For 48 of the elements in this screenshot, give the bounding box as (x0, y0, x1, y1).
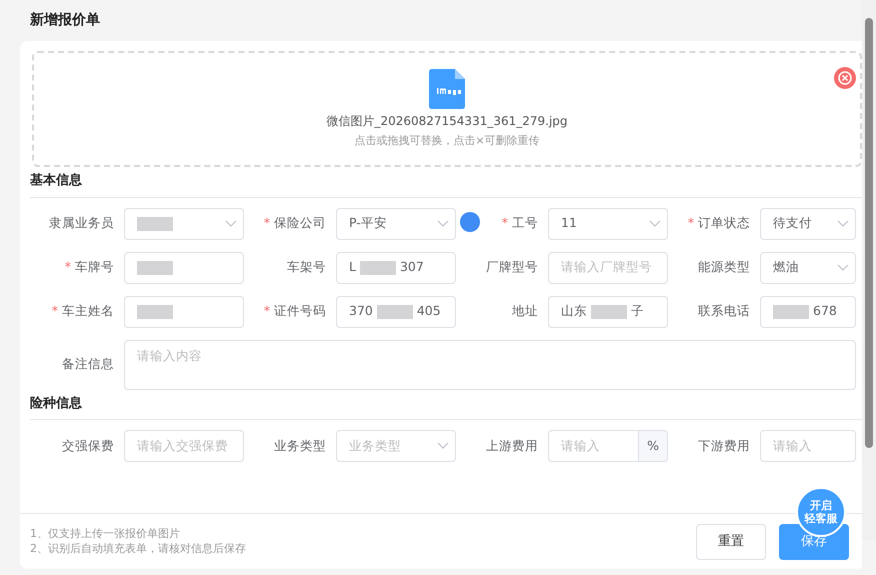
field-label: 下游费用 (697, 436, 750, 455)
footer-note: 2、识别后自动填充表单，请核对信息后保存 (30, 542, 246, 556)
input-field[interactable]: 370 405 (336, 296, 456, 328)
caret-icon (225, 220, 237, 228)
section-title: 基本信息 (30, 171, 862, 198)
select-field[interactable] (124, 208, 244, 240)
caret-icon (649, 220, 661, 228)
field-label: 上游费用 (485, 436, 538, 455)
input-field[interactable] (124, 252, 244, 284)
field-label: * 工号 (466, 214, 538, 233)
input-field[interactable] (124, 296, 244, 328)
field-label: 车架号 (286, 258, 326, 276)
field-label: * 车牌号 (64, 258, 114, 276)
reset-button[interactable]: 重置 (696, 524, 766, 560)
select-field[interactable]: P-平安 (336, 208, 456, 240)
select-field[interactable]: 待支付 (760, 208, 856, 240)
caret-icon (837, 220, 849, 228)
field-label: 业务类型 (273, 436, 326, 455)
upload-area[interactable]: 微信图片_20260827154331_361_279.jpg 点击或拖拽可替换，点击×可删除重传 (32, 51, 862, 167)
file-name: 微信图片_20260827154331_361_279.jpg (326, 112, 568, 130)
field-label: * 保险公司 (262, 214, 326, 232)
field-label: 联系电话 (697, 302, 750, 320)
dialog-title: 新增报价单 (29, 10, 101, 30)
field-label: 能源类型 (697, 258, 750, 276)
caret-icon (437, 220, 449, 228)
close-icon[interactable] (834, 67, 856, 89)
input-field[interactable]: 678 (760, 296, 856, 328)
section-title: 险种信息 (30, 394, 862, 420)
input-field[interactable]: L 307 (336, 252, 456, 284)
field-label: * 订单状态 (686, 214, 750, 232)
dot-icon (460, 212, 480, 232)
field-label: * 证件号码 (262, 302, 326, 320)
select-field[interactable]: 11 (548, 208, 668, 240)
field-label: 地址 (511, 302, 538, 320)
input-field[interactable]: 山东 子 (548, 296, 668, 328)
footer-note: 1、仅支持上传一张报价单图片 (30, 526, 181, 542)
scrollbar[interactable] (862, 0, 876, 540)
field-label: 厂牌型号 (485, 258, 538, 276)
caret-icon (837, 264, 849, 272)
upload-hint: 点击或拖拽可替换，点击×可删除重传 (354, 132, 540, 149)
image-file-icon (429, 68, 465, 109)
field-label: 交强保费 (61, 436, 114, 455)
caret-icon (437, 442, 449, 450)
field-label: 隶属业务员 (48, 214, 114, 232)
field-label: 备注信息 (61, 355, 114, 374)
input-field[interactable]: 请输入 % (548, 430, 668, 462)
select-field[interactable]: 燃油 (760, 252, 856, 284)
field-label: * 车主姓名 (50, 302, 114, 320)
